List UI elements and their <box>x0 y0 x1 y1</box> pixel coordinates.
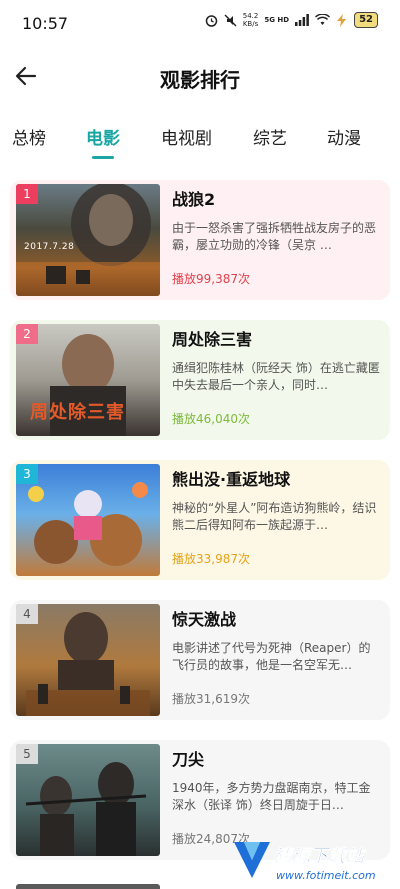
movie-title: 熊出没·重返地球 <box>172 470 291 489</box>
category-tabs: 总榜 电影 电视剧 综艺 动漫 <box>0 120 400 160</box>
network-type: 5G HD <box>264 16 290 24</box>
rank-badge: 1 <box>16 184 38 204</box>
movie-poster: 5 <box>16 744 160 856</box>
play-count: 播放46,040次 <box>172 412 250 426</box>
watermark-text: 清源下载站 <box>274 846 365 868</box>
tab-movies[interactable]: 电影 <box>86 124 120 159</box>
movie-description: 神秘的“外星人”阿布造访狗熊岭，结识熊二后得知阿布一族起源于… <box>172 501 377 532</box>
tab-tv-series[interactable]: 电视剧 <box>161 124 212 149</box>
status-bar: 10:57 54.2 KB/s 5G HD 52 <box>0 0 400 46</box>
charging-icon <box>337 13 347 27</box>
poster-date: 2017.7.28 <box>24 242 75 252</box>
network-speed: 54.2 KB/s <box>242 12 259 28</box>
movie-description: 1940年，多方势力盘踞南京，特工金深水（张译 饰）终日周旋于日… <box>172 781 371 812</box>
movie-title: 刀尖 <box>172 750 205 769</box>
movie-poster: 4 <box>16 604 160 716</box>
status-icons: 54.2 KB/s 5G HD 52 <box>205 12 378 28</box>
alarm-icon <box>205 14 217 27</box>
movie-description: 电影讲述了代号为死神（Reaper）的飞行员的故事，他是一名空军无… <box>172 641 371 672</box>
watermark-logo-icon <box>234 842 270 878</box>
movie-poster: 3 <box>16 464 160 576</box>
rank-badge: 5 <box>16 744 38 764</box>
page-header: 观影排行 <box>0 56 400 100</box>
rank-badge: 4 <box>16 604 38 624</box>
battery-icon: 52 <box>354 12 378 28</box>
movie-title: 战狼2 <box>172 190 216 209</box>
signal-icon <box>295 14 309 26</box>
mute-icon <box>224 14 237 26</box>
movie-title: 惊天激战 <box>172 610 237 629</box>
play-count: 播放33,987次 <box>172 552 250 566</box>
movie-card-3[interactable]: 3 熊出没·重返地球 神秘的“外星人”阿布造访狗熊岭，结识熊二后得知阿布一族起源… <box>10 460 390 580</box>
movie-card-1[interactable]: 2017.7.28 1 战狼2 由于一怒杀害了强拆牺牲战友房子的恶霸，屡立功勋的… <box>10 180 390 300</box>
movie-poster: 2017.7.28 1 <box>16 184 160 296</box>
rank-badge: 2 <box>16 324 38 344</box>
site-watermark: 清源下载站 www.fotimeit.com <box>232 838 392 888</box>
tab-overall[interactable]: 总榜 <box>12 124 46 149</box>
movie-poster <box>16 884 160 889</box>
movie-poster: 周处除三害 2 <box>16 324 160 436</box>
tab-anime[interactable]: 动漫 <box>327 124 361 149</box>
play-count: 播放99,387次 <box>172 272 250 286</box>
movie-card-4[interactable]: 4 惊天激战 电影讲述了代号为死神（Reaper）的飞行员的故事，他是一名空军无… <box>10 600 390 720</box>
poster-title-art: 周处除三害 <box>30 402 125 423</box>
tab-variety[interactable]: 综艺 <box>253 124 287 149</box>
movie-description: 由于一怒杀害了强拆牺牲战友房子的恶霸，屡立功勋的冷锋（吴京 … <box>172 221 377 252</box>
movie-title: 周处除三害 <box>172 330 253 349</box>
page-title: 观影排行 <box>160 68 240 92</box>
rank-badge: 3 <box>16 464 38 484</box>
status-time: 10:57 <box>22 14 69 33</box>
movie-description: 通缉犯陈桂林（阮经天 饰）在逃亡藏匿中失去最后一个亲人，同时… <box>172 361 380 392</box>
movie-card-2[interactable]: 周处除三害 2 周处除三害 通缉犯陈桂林（阮经天 饰）在逃亡藏匿中失去最后一个亲… <box>10 320 390 440</box>
watermark-url: www.fotimeit.com <box>276 869 376 882</box>
wifi-icon <box>315 14 331 25</box>
play-count: 播放31,619次 <box>172 692 250 706</box>
